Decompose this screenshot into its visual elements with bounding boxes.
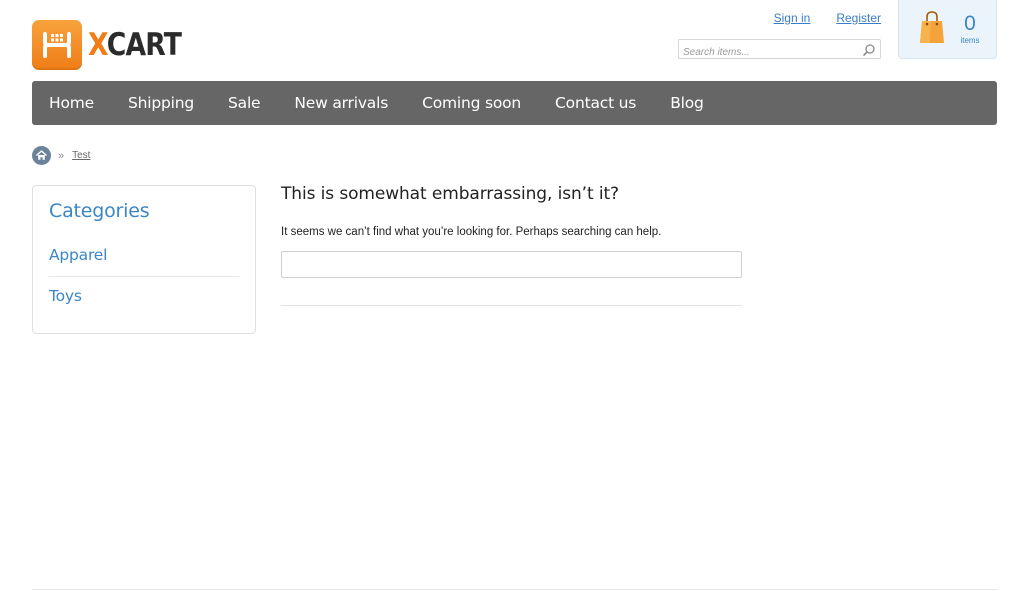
category-divider [49,276,239,277]
footer-divider [32,589,997,590]
main-navigation: Home Shipping Sale New arrivals Coming s… [32,81,997,125]
breadcrumb: » Test [32,146,90,165]
search-input[interactable] [679,43,854,62]
not-found-message: It seems we can’t find what you’re looki… [281,226,662,238]
nav-item-home[interactable]: Home [49,94,94,112]
cart-count: 0 [964,12,976,35]
shopping-bag-icon [919,11,945,48]
breadcrumb-current[interactable]: Test [72,150,90,161]
register-link[interactable]: Register [836,11,881,25]
content-divider [281,305,742,306]
xcart-logo-icon [32,20,82,70]
logo-wordmark-rest: CART [106,27,182,63]
logo-wordmark-x: X [88,27,108,63]
category-apparel[interactable]: Apparel [49,246,107,264]
page: XCART Sign in Register 0 items [0,0,1024,591]
content-search-input[interactable] [281,251,742,278]
page-title: This is somewhat embarrassing, isn’t it? [281,184,619,204]
nav-item-new-arrivals[interactable]: New arrivals [294,94,388,112]
magnifier-icon[interactable] [862,42,876,61]
categories-sidebar: Categories Apparel Toys [32,185,256,334]
sign-in-link[interactable]: Sign in [774,11,811,25]
nav-item-shipping[interactable]: Shipping [128,94,194,112]
sidebar-title: Categories [49,200,150,222]
home-icon[interactable] [32,146,51,165]
mini-cart[interactable]: 0 items [898,0,997,59]
nav-item-coming-soon[interactable]: Coming soon [422,94,521,112]
auth-links: Sign in Register [774,11,881,25]
header-search [678,39,881,62]
breadcrumb-separator: » [58,149,65,162]
nav-item-sale[interactable]: Sale [228,94,261,112]
nav-item-blog[interactable]: Blog [670,94,704,112]
site-logo[interactable]: XCART [32,20,196,70]
cart-items-label: items [960,36,980,45]
nav-item-contact-us[interactable]: Contact us [555,94,636,112]
category-toys[interactable]: Toys [49,287,82,305]
logo-wordmark: XCART [88,27,182,63]
